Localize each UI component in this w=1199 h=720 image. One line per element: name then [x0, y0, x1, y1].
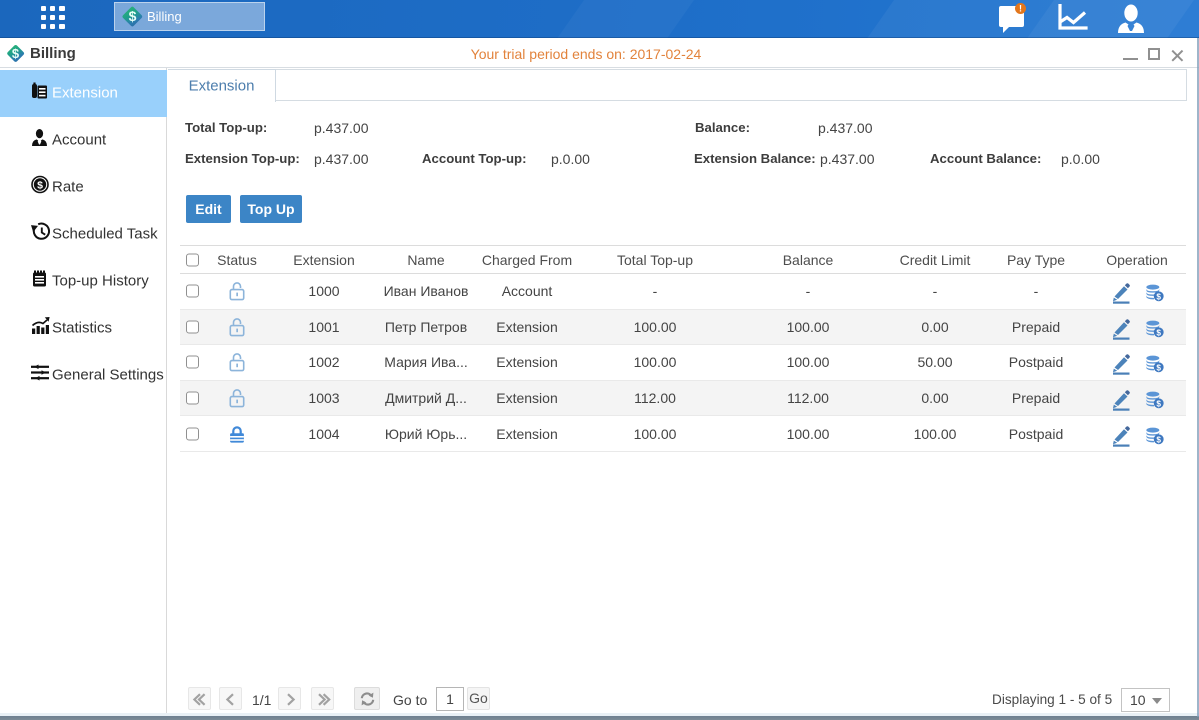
svg-text:$: $ — [1156, 364, 1161, 373]
svg-text:$: $ — [1156, 400, 1161, 409]
svg-text:$: $ — [1156, 293, 1161, 302]
svg-text:$: $ — [37, 179, 43, 191]
svg-text:!: ! — [1019, 4, 1022, 14]
svg-text:$: $ — [1156, 328, 1161, 337]
svg-text:$: $ — [1156, 435, 1161, 444]
